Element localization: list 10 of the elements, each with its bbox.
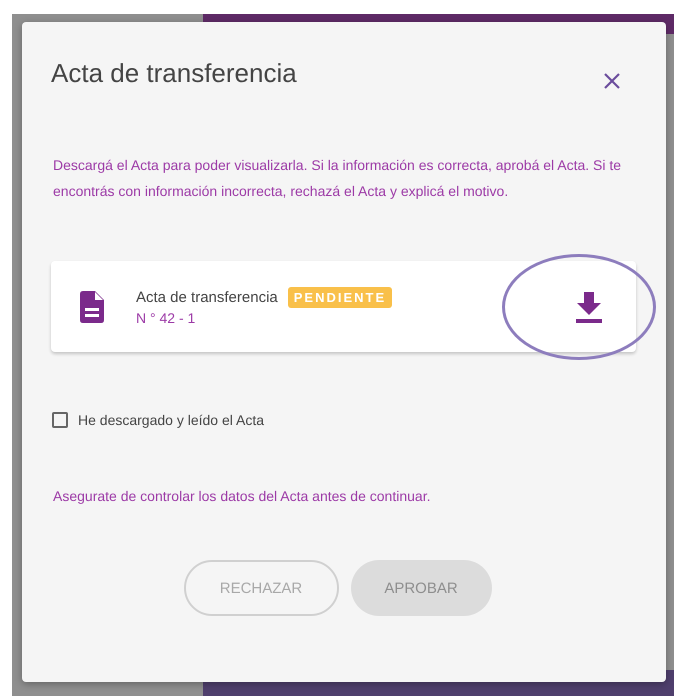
checkbox-label: He descargado y leído el Acta <box>78 412 264 428</box>
document-number: N ° 42 - 1 <box>136 310 196 326</box>
checkbox[interactable] <box>52 412 68 428</box>
dialog-title: Acta de transferencia <box>51 58 297 89</box>
note-text: Asegurate de controlar los datos del Acta antes de continuar. <box>53 488 432 504</box>
status-badge: PENDIENTE <box>288 287 392 308</box>
document-title: Acta de transferencia <box>136 289 278 306</box>
instructions-text: Descargá el Acta para poder visualizarla. Si la información es correcta, aprobá el Acta. Si te encontrás con información incorrecta, rechazá el Acta y explicá el motivo. <box>53 156 622 201</box>
close-button[interactable] <box>603 72 621 90</box>
document-icon <box>80 290 104 322</box>
